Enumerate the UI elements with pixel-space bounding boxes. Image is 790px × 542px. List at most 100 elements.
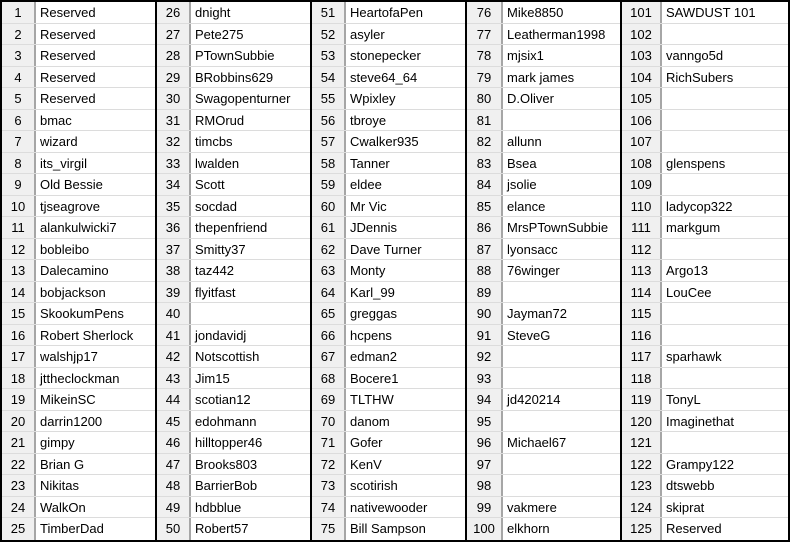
participant-name-cell[interactable]: lwalden	[191, 153, 310, 174]
slot-number-cell[interactable]: 62	[312, 238, 346, 260]
slot-number-cell[interactable]: 108	[622, 152, 662, 174]
participant-name-cell[interactable]: Pete275	[191, 24, 310, 45]
participant-name-cell[interactable]: nativewooder	[346, 497, 465, 518]
participant-name-cell[interactable]: Wpixley	[346, 88, 465, 109]
slot-number-cell[interactable]: 50	[157, 518, 191, 540]
slot-number-cell[interactable]: 42	[157, 346, 191, 367]
slot-number-cell[interactable]: 17	[2, 346, 36, 367]
participant-name-cell[interactable]: WalkOn	[36, 497, 155, 518]
participant-name-cell[interactable]: LouCee	[662, 282, 788, 303]
slot-number-cell[interactable]: 115	[622, 303, 662, 324]
participant-name-cell[interactable]: walshjp17	[36, 346, 155, 367]
participant-name-cell[interactable]: gimpy	[36, 432, 155, 453]
participant-name-cell[interactable]: KenV	[346, 454, 465, 475]
slot-number-cell[interactable]: 27	[157, 23, 191, 45]
participant-name-cell[interactable]: 76winger	[503, 260, 620, 281]
slot-number-cell[interactable]: 65	[312, 303, 346, 324]
participant-name-cell[interactable]: Dalecamino	[36, 260, 155, 281]
slot-number-cell[interactable]: 7	[2, 131, 36, 152]
participant-name-cell[interactable]: Karl_99	[346, 282, 465, 303]
participant-name-cell[interactable]: Swagopenturner	[191, 88, 310, 109]
participant-name-cell[interactable]: alankulwicki7	[36, 217, 155, 238]
slot-number-cell[interactable]: 24	[2, 496, 36, 518]
slot-number-cell[interactable]: 19	[2, 389, 36, 410]
slot-number-cell[interactable]: 88	[467, 260, 503, 281]
slot-number-cell[interactable]: 16	[2, 324, 36, 346]
participant-name-cell[interactable]: dnight	[191, 2, 310, 23]
participant-name-cell[interactable]: Cwalker935	[346, 131, 465, 152]
participant-name-cell[interactable]: JDennis	[346, 217, 465, 238]
slot-number-cell[interactable]: 73	[312, 475, 346, 496]
slot-number-cell[interactable]: 71	[312, 432, 346, 453]
participant-name-cell[interactable]: Mr Vic	[346, 196, 465, 217]
slot-number-cell[interactable]: 29	[157, 66, 191, 88]
slot-number-cell[interactable]: 107	[622, 131, 662, 152]
participant-name-cell[interactable]: edohmann	[191, 411, 310, 432]
slot-number-cell[interactable]: 45	[157, 410, 191, 432]
slot-number-cell[interactable]: 72	[312, 453, 346, 475]
slot-number-cell[interactable]: 32	[157, 131, 191, 152]
slot-number-cell[interactable]: 117	[622, 346, 662, 367]
participant-name-cell[interactable]: markgum	[662, 217, 788, 238]
slot-number-cell[interactable]: 90	[467, 303, 503, 324]
slot-number-cell[interactable]: 41	[157, 324, 191, 346]
slot-number-cell[interactable]: 95	[467, 410, 503, 432]
slot-number-cell[interactable]: 68	[312, 367, 346, 389]
participant-name-cell[interactable]	[662, 325, 788, 346]
slot-number-cell[interactable]: 36	[157, 217, 191, 238]
slot-number-cell[interactable]: 67	[312, 346, 346, 367]
slot-number-cell[interactable]: 87	[467, 238, 503, 260]
slot-number-cell[interactable]: 51	[312, 2, 346, 23]
slot-number-cell[interactable]: 96	[467, 432, 503, 453]
slot-number-cell[interactable]: 55	[312, 88, 346, 109]
slot-number-cell[interactable]: 104	[622, 66, 662, 88]
slot-number-cell[interactable]: 69	[312, 389, 346, 410]
slot-number-cell[interactable]: 37	[157, 238, 191, 260]
participant-name-cell[interactable]: Robert Sherlock	[36, 325, 155, 346]
participant-name-cell[interactable]: steve64_64	[346, 67, 465, 88]
slot-number-cell[interactable]: 86	[467, 217, 503, 238]
participant-name-cell[interactable]	[503, 454, 620, 475]
slot-number-cell[interactable]: 97	[467, 453, 503, 475]
participant-name-cell[interactable]: jd420214	[503, 389, 620, 410]
participant-name-cell[interactable]: elkhorn	[503, 518, 620, 540]
participant-name-cell[interactable]: Imaginethat	[662, 411, 788, 432]
slot-number-cell[interactable]: 4	[2, 66, 36, 88]
participant-name-cell[interactable]: lyonsacc	[503, 239, 620, 260]
participant-name-cell[interactable]: BarrierBob	[191, 475, 310, 496]
slot-number-cell[interactable]: 92	[467, 346, 503, 367]
slot-number-cell[interactable]: 77	[467, 23, 503, 45]
participant-name-cell[interactable]: Old Bessie	[36, 174, 155, 195]
participant-name-cell[interactable]: Robert57	[191, 518, 310, 540]
participant-name-cell[interactable]: bobleibo	[36, 239, 155, 260]
slot-number-cell[interactable]: 18	[2, 367, 36, 389]
participant-name-cell[interactable]	[503, 346, 620, 367]
participant-name-cell[interactable]	[662, 88, 788, 109]
participant-name-cell[interactable]: Leatherman1998	[503, 24, 620, 45]
participant-name-cell[interactable]: Scott	[191, 174, 310, 195]
participant-name-cell[interactable]: TimberDad	[36, 518, 155, 540]
slot-number-cell[interactable]: 111	[622, 217, 662, 238]
participant-name-cell[interactable]: Jim15	[191, 368, 310, 389]
participant-name-cell[interactable]: jsolie	[503, 174, 620, 195]
slot-number-cell[interactable]: 9	[2, 174, 36, 195]
participant-name-cell[interactable]	[503, 368, 620, 389]
participant-name-cell[interactable]: skiprat	[662, 497, 788, 518]
slot-number-cell[interactable]: 15	[2, 303, 36, 324]
participant-name-cell[interactable]: Brian G	[36, 454, 155, 475]
participant-name-cell[interactable]: Monty	[346, 260, 465, 281]
slot-number-cell[interactable]: 28	[157, 45, 191, 66]
participant-name-cell[interactable]: mark james	[503, 67, 620, 88]
participant-name-cell[interactable]: ladycop322	[662, 196, 788, 217]
slot-number-cell[interactable]: 74	[312, 496, 346, 518]
slot-number-cell[interactable]: 6	[2, 109, 36, 131]
slot-number-cell[interactable]: 70	[312, 410, 346, 432]
slot-number-cell[interactable]: 91	[467, 324, 503, 346]
slot-number-cell[interactable]: 49	[157, 496, 191, 518]
participant-name-cell[interactable]: eldee	[346, 174, 465, 195]
participant-name-cell[interactable]: Reserved	[36, 24, 155, 45]
slot-number-cell[interactable]: 35	[157, 195, 191, 217]
slot-number-cell[interactable]: 64	[312, 281, 346, 303]
participant-name-cell[interactable]: wizard	[36, 131, 155, 152]
participant-name-cell[interactable]	[662, 24, 788, 45]
